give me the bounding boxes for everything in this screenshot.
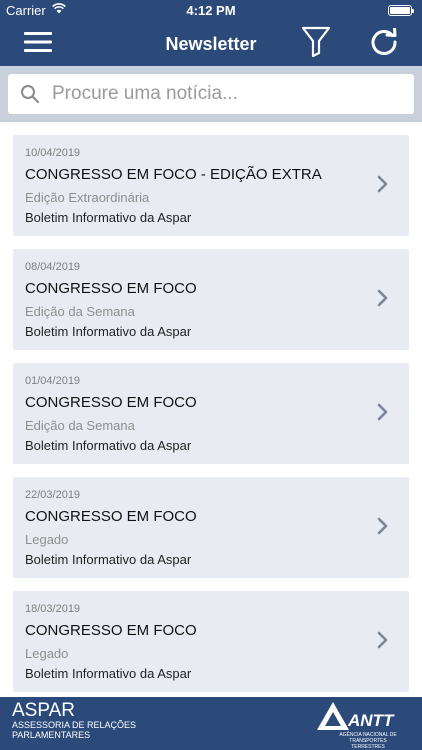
item-source: Boletim Informativo da Aspar — [25, 666, 192, 681]
search-input[interactable] — [52, 74, 402, 114]
page-title: Newsletter — [165, 34, 257, 54]
item-source: Boletim Informativo da Aspar — [25, 552, 192, 567]
battery-icon — [388, 5, 414, 16]
chevron-right-icon — [377, 289, 389, 312]
item-subtitle: Legado — [25, 532, 69, 547]
aspar-logo-name: ASPAR — [12, 700, 76, 721]
item-date: 08/04/2019 — [25, 261, 81, 273]
nav-bar: Newsletter — [0, 22, 422, 66]
item-source: Boletim Informativo da Aspar — [25, 210, 192, 225]
item-date: 01/04/2019 — [25, 375, 81, 387]
refresh-button[interactable] — [366, 22, 402, 66]
list-item[interactable]: 08/04/2019 CONGRESSO EM FOCO Edição da S… — [13, 249, 409, 350]
status-bar: Carrier 4:12 PM — [0, 0, 422, 22]
item-title: CONGRESSO EM FOCO — [25, 508, 197, 525]
footer: ASPAR ASSESSORIA DE RELAÇÕES PARLAMENTAR… — [0, 697, 422, 750]
item-title: CONGRESSO EM FOCO — [25, 622, 197, 639]
item-title: CONGRESSO EM FOCO — [25, 280, 197, 297]
item-source: Boletim Informativo da Aspar — [25, 438, 192, 453]
item-title: CONGRESSO EM FOCO - EDIÇÃO EXTRA — [25, 166, 322, 183]
item-title: CONGRESSO EM FOCO — [25, 394, 197, 411]
item-date: 10/04/2019 — [25, 147, 81, 159]
item-source: Boletim Informativo da Aspar — [25, 324, 192, 339]
list-item[interactable]: 10/04/2019 CONGRESSO EM FOCO - EDIÇÃO EX… — [13, 135, 409, 236]
list-item[interactable]: 18/03/2019 CONGRESSO EM FOCO Legado Bole… — [13, 591, 409, 692]
filter-icon — [301, 26, 331, 63]
antt-logo-name: ANTT — [348, 711, 394, 730]
clock: 4:12 PM — [186, 3, 236, 18]
search-bar — [0, 66, 422, 122]
item-date: 22/03/2019 — [25, 489, 81, 501]
filter-button[interactable] — [298, 22, 334, 66]
refresh-icon — [370, 26, 398, 61]
search-box[interactable] — [8, 74, 414, 114]
aspar-logo-subtitle: ASSESSORIA DE RELAÇÕES PARLAMENTARES — [12, 720, 137, 740]
item-subtitle: Edição da Semana — [25, 418, 135, 433]
chevron-right-icon — [377, 175, 389, 198]
item-subtitle: Edição da Semana — [25, 304, 135, 319]
chevron-right-icon — [377, 403, 389, 426]
list-item[interactable]: 22/03/2019 CONGRESSO EM FOCO Legado Bole… — [13, 477, 409, 578]
chevron-right-icon — [377, 517, 389, 540]
item-subtitle: Legado — [25, 646, 69, 661]
list-item[interactable]: 01/04/2019 CONGRESSO EM FOCO Edição da S… — [13, 363, 409, 464]
chevron-right-icon — [377, 631, 389, 654]
antt-logo-subtitle: AGÊNCIA NACIONAL DE TRANSPORTES TERRESTR… — [339, 732, 397, 750]
search-icon — [20, 84, 40, 109]
newsletter-list: 10/04/2019 CONGRESSO EM FOCO - EDIÇÃO EX… — [0, 122, 422, 697]
item-date: 18/03/2019 — [25, 603, 81, 615]
item-subtitle: Edição Extraordinária — [25, 190, 150, 205]
